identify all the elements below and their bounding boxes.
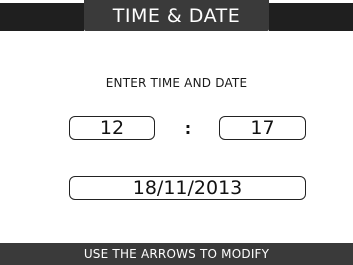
- header-bar-left: [0, 3, 84, 31]
- footer-hint: USE THE ARROWS TO MODIFY: [0, 243, 353, 265]
- time-separator: :: [184, 118, 192, 138]
- date-field[interactable]: 18/11/2013: [69, 176, 306, 200]
- page-title: TIME & DATE: [84, 0, 269, 31]
- minute-field[interactable]: 17: [219, 116, 306, 140]
- header-bar: TIME & DATE: [0, 0, 353, 34]
- header-bar-right: [269, 3, 353, 31]
- instruction-text: ENTER TIME AND DATE: [105, 76, 248, 90]
- hour-field[interactable]: 12: [69, 116, 155, 140]
